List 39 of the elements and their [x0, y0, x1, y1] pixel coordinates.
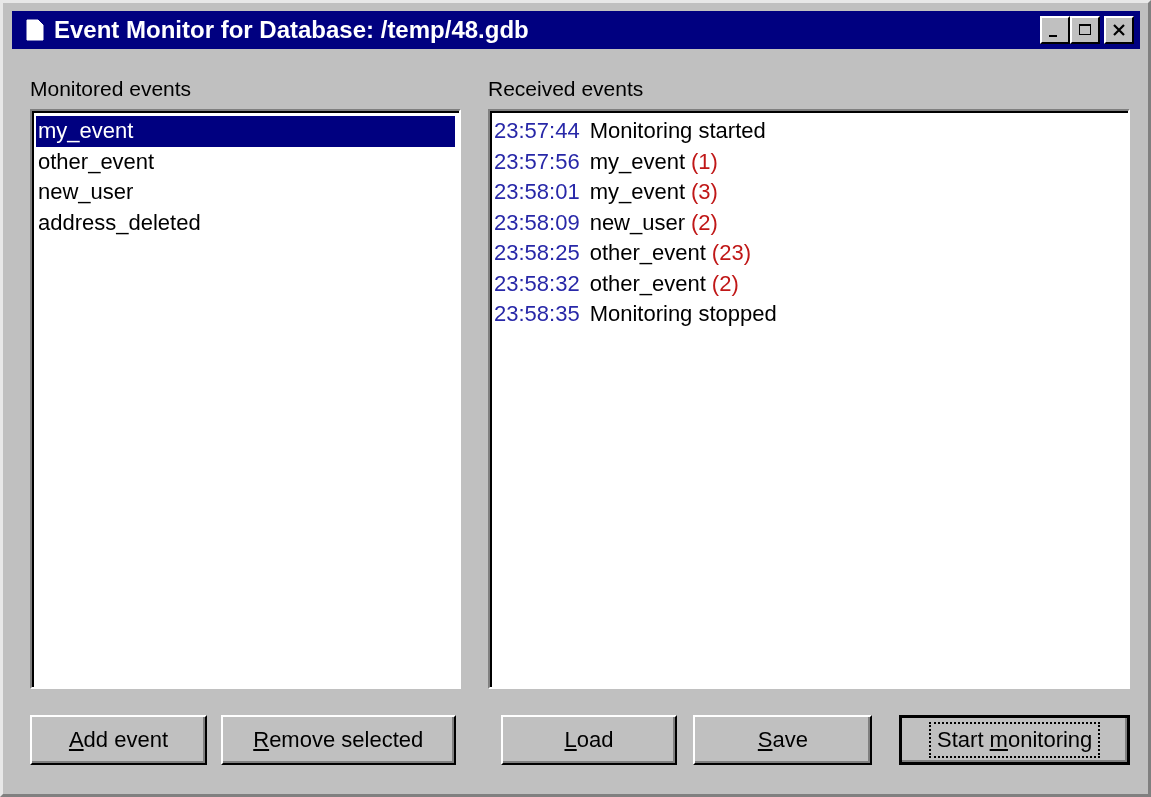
event-time: 23:58:25: [494, 240, 580, 265]
event-count: (2): [711, 270, 739, 296]
action-button[interactable]: Save: [693, 715, 873, 765]
event-item[interactable]: my_event: [36, 116, 455, 147]
event-count: (1): [691, 148, 718, 174]
event-count: (23): [711, 240, 751, 265]
list-label: Received events: [488, 77, 645, 102]
event-name: Monitoring started: [589, 118, 766, 143]
minimize-button[interactable]: [1040, 16, 1070, 44]
event-time: 23:58:35: [494, 301, 580, 326]
event-count: (2): [691, 209, 718, 235]
document-icon: [26, 19, 44, 41]
action-button[interactable]: Load: [500, 715, 678, 765]
maximize-icon: [1077, 22, 1093, 38]
close-icon: [1111, 22, 1127, 38]
event-time: 23:58:32: [494, 270, 580, 296]
maximize-button[interactable]: [1070, 16, 1100, 44]
event-name: other_event: [589, 240, 706, 265]
event-name: Monitoring stopped: [589, 301, 777, 326]
event-item[interactable]: other_event: [36, 146, 455, 177]
close-button[interactable]: [1104, 16, 1134, 44]
event-item[interactable]: new_user: [36, 177, 455, 208]
monitored-events-list[interactable]: my_event other_event new_user address_deleted: [30, 109, 461, 689]
event-time: 23:57:44: [494, 118, 580, 143]
event-name: my_event: [589, 179, 686, 204]
action-button[interactable]: Add event: [30, 715, 207, 765]
minimize-icon: [1049, 35, 1057, 37]
event-name: my_event: [589, 148, 686, 174]
event-item[interactable]: address_deleted: [36, 207, 455, 238]
event-time: 23:58:01: [494, 179, 580, 204]
event-time: 23:57:56: [494, 148, 580, 174]
event-name: other_event: [589, 270, 706, 296]
window-title: Event Monitor for Database: /temp/48.gdb: [54, 16, 530, 44]
action-button[interactable]: Remove selected: [220, 715, 456, 765]
event-time: 23:58:09: [494, 209, 580, 235]
list-label: Monitored events: [30, 77, 193, 102]
event-count: (3): [691, 179, 718, 204]
action-button[interactable]: Start monitoring: [899, 715, 1130, 765]
event-name: new_user: [589, 209, 686, 235]
